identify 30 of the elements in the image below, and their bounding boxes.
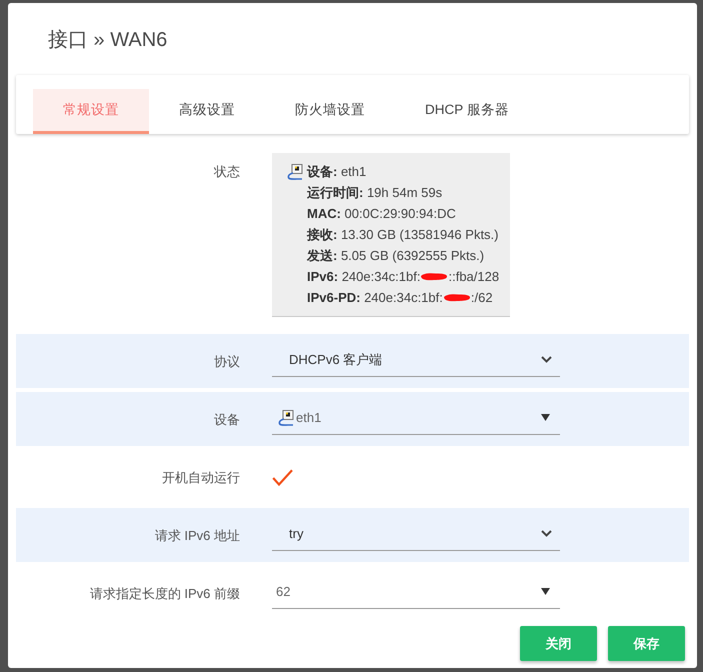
tab[interactable]: DHCP 服务器 xyxy=(395,89,539,134)
tab[interactable]: 高级设置 xyxy=(149,89,265,134)
status-text: 发送: 5.05 GB (6392555 Pkts.) xyxy=(307,246,484,265)
field-label: 状态 xyxy=(214,163,240,181)
status-text: IPv6: 240e:34c:1bf: xyxy=(307,268,420,286)
status-text: :/62 xyxy=(470,288,493,307)
dropdown-field[interactable]: 62 xyxy=(272,575,560,609)
checkmark-icon[interactable] xyxy=(272,468,293,486)
status-text: IPv6-PD: 240e:34c:1bf: xyxy=(307,288,443,307)
status-text: 运行时间: 19h 54m 59s xyxy=(307,184,442,202)
network-adapter-icon xyxy=(278,410,294,426)
dialog-title: 接口 » WAN6 xyxy=(48,28,168,53)
field-label: 请求指定长度的 IPv6 前缀 xyxy=(90,584,240,602)
dropdown-field[interactable]: eth1 xyxy=(272,401,560,435)
chevron-down-icon xyxy=(541,356,552,363)
status-text: 设备: eth1 xyxy=(307,162,366,181)
caret-down-icon xyxy=(541,414,550,421)
select-field[interactable]: DHCPv6 客户端 xyxy=(272,343,560,377)
field-label: 请求 IPv6 地址 xyxy=(154,526,240,544)
tab[interactable]: 防火墙设置 xyxy=(265,89,395,134)
caret-down-icon xyxy=(541,588,550,595)
field-label: 开机自动运行 xyxy=(162,468,240,486)
select-field[interactable]: try xyxy=(272,517,560,551)
chevron-down-icon xyxy=(541,530,552,537)
field-label: 协议 xyxy=(214,352,240,370)
status-text: 接收: 13.30 GB (13581946 Pkts.) xyxy=(307,226,498,244)
status-text: ::fba/128 xyxy=(448,268,500,286)
network-adapter-icon xyxy=(287,164,303,180)
field-label: 设备 xyxy=(214,410,240,428)
status-text: MAC: 00:0C:29:90:94:DC xyxy=(307,204,456,223)
